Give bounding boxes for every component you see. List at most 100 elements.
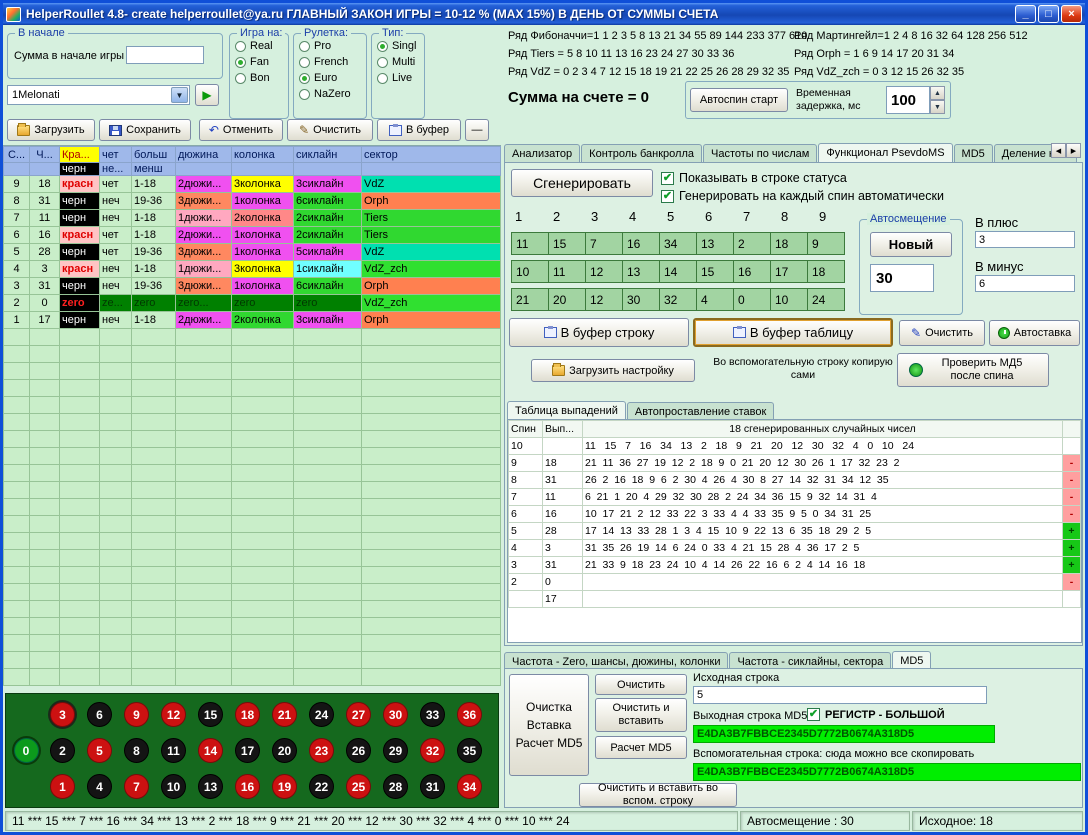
dropdown-icon[interactable]: ▼	[171, 87, 188, 103]
history-row[interactable]	[4, 635, 501, 652]
history-row[interactable]	[4, 397, 501, 414]
board-cell[interactable]: 6	[81, 697, 118, 733]
save-button[interactable]: Сохранить	[99, 119, 191, 141]
load-settings-button[interactable]: Загрузить настройку	[531, 359, 695, 382]
radio-real[interactable]: Real	[235, 40, 283, 52]
board-cell[interactable]: 12	[155, 697, 192, 733]
ms-grid-cell[interactable]: 4	[696, 288, 734, 311]
history-row[interactable]: 918краснчет1-182дюжи...3колонка3сиклайнV…	[4, 176, 501, 193]
history-table-wrap[interactable]: С...Ч...Кра...четбольшдюжинаколонкасикла…	[3, 145, 501, 691]
ms-grid-cell[interactable]: 18	[770, 232, 808, 255]
close-button[interactable]: ×	[1061, 5, 1082, 23]
board-cell[interactable]: 4	[81, 769, 118, 805]
board-cell[interactable]: 10	[155, 769, 192, 805]
history-row[interactable]	[4, 618, 501, 635]
ms-grid-cell[interactable]: 9	[807, 232, 845, 255]
play-button[interactable]: ▶	[195, 84, 219, 106]
board-cell[interactable]: 32	[414, 733, 451, 769]
board-cell[interactable]: 5	[81, 733, 118, 769]
ms-grid-cell[interactable]: 20	[548, 288, 586, 311]
board-cell[interactable]: 31	[414, 769, 451, 805]
checkbox-autogenerate[interactable]: ✔ Генерировать на каждый спин автоматиче…	[661, 189, 944, 203]
board-cell[interactable]: 7	[118, 769, 155, 805]
start-sum-input[interactable]	[126, 46, 204, 64]
board-cell[interactable]: 26	[340, 733, 377, 769]
ms-grid-cell[interactable]: 15	[548, 232, 586, 255]
ms-grid-cell[interactable]: 32	[659, 288, 697, 311]
delay-value[interactable]: 100	[886, 86, 930, 114]
history-row[interactable]	[4, 431, 501, 448]
ms-grid-cell[interactable]: 15	[696, 260, 734, 283]
radio-multi[interactable]: Multi	[377, 56, 419, 68]
main-tab-2[interactable]: Частоты по числам	[703, 144, 817, 162]
history-row[interactable]	[4, 380, 501, 397]
radio-singl[interactable]: Singl	[377, 40, 419, 52]
board-cell[interactable]: 2	[44, 733, 81, 769]
collapse-button[interactable]: —	[465, 119, 489, 141]
history-row[interactable]: 20zeroze...zerozero...zerozeroVdZ_zch	[4, 295, 501, 312]
ms-grid-cell[interactable]: 34	[659, 232, 697, 255]
md5-big-button[interactable]: Очистка Вставка Расчет MD5	[509, 674, 589, 776]
radio-french[interactable]: French	[299, 56, 361, 68]
preset-combo[interactable]: 1Melonati ▼	[7, 85, 190, 105]
board-zero-cell[interactable]: 0	[8, 696, 44, 805]
undo-button[interactable]: ↶ Отменить	[199, 119, 283, 141]
ms-grid-cell[interactable]: 11	[511, 232, 549, 255]
history-row[interactable]	[4, 533, 501, 550]
ms-grid-cell[interactable]: 21	[511, 288, 549, 311]
ms-grid-cell[interactable]: 12	[585, 260, 623, 283]
radio-euro[interactable]: Euro	[299, 72, 361, 84]
md5-clear-paste-aux-button[interactable]: Очистить и вставить во вспом. строку	[579, 783, 737, 807]
minimize-button[interactable]: _	[1015, 5, 1036, 23]
board-cell[interactable]: 16	[229, 769, 266, 805]
fall-row[interactable]: 52817 14 13 33 28 1 3 4 15 10 9 22 13 6 …	[509, 523, 1081, 540]
history-row[interactable]: 711черннеч1-181дюжи...2колонка2сиклайнTi…	[4, 210, 501, 227]
history-row[interactable]	[4, 516, 501, 533]
board-cell[interactable]: 1	[44, 769, 81, 805]
ms-grid-cell[interactable]: 2	[733, 232, 771, 255]
board-cell[interactable]: 24	[303, 697, 340, 733]
board-cell[interactable]: 14	[192, 733, 229, 769]
inner-tab-0[interactable]: Таблица выпадений	[507, 401, 626, 421]
history-row[interactable]: 528чернчет19-363дюжи...1колонка5сиклайнV…	[4, 244, 501, 261]
board-cell[interactable]: 33	[414, 697, 451, 733]
ms-grid-cell[interactable]: 30	[622, 288, 660, 311]
radio-fan[interactable]: Fan	[235, 56, 283, 68]
md5-clear-button[interactable]: Очистить	[595, 674, 687, 695]
copy-buffer-button[interactable]: В буфер	[377, 119, 461, 141]
spin-down-icon[interactable]: ▼	[930, 100, 945, 114]
checkbox-register[interactable]: ✔ РЕГИСТР - БОЛЬШОЙ	[807, 708, 945, 721]
ms-grid-cell[interactable]: 11	[548, 260, 586, 283]
board-cell[interactable]: 28	[377, 769, 414, 805]
fall-row[interactable]: 1011 15 7 16 34 13 2 18 9 21 20 12 30 32…	[509, 438, 1081, 455]
history-row[interactable]: 831черннеч19-363дюжи...1колонка6сиклайнO…	[4, 193, 501, 210]
md5-calc-button[interactable]: Расчет MD5	[595, 736, 687, 759]
board-cell[interactable]: 20	[266, 733, 303, 769]
history-row[interactable]	[4, 652, 501, 669]
board-cell[interactable]: 30	[377, 697, 414, 733]
board-cell[interactable]: 19	[266, 769, 303, 805]
main-tab-0[interactable]: Анализатор	[504, 144, 580, 162]
load-button[interactable]: Загрузить	[7, 119, 95, 141]
history-row[interactable]: С...Ч...Кра...четбольшдюжинаколонкасикла…	[4, 147, 501, 163]
history-row[interactable]	[4, 567, 501, 584]
fall-row[interactable]: 33121 33 9 18 23 24 10 4 14 26 22 16 6 2…	[509, 557, 1081, 574]
fall-row[interactable]: 20-	[509, 574, 1081, 591]
history-row[interactable]: 117черннеч1-182дюжи...2колонка3сиклайнOr…	[4, 312, 501, 329]
ms-grid-cell[interactable]: 17	[770, 260, 808, 283]
board-cell[interactable]: 15	[192, 697, 229, 733]
history-row[interactable]: 43красннеч1-181дюжи...3колонка1сиклайнVd…	[4, 261, 501, 278]
clear-button[interactable]: ✎ Очистить	[287, 119, 373, 141]
md5-clear-paste-button[interactable]: Очистить и вставить	[595, 698, 687, 732]
board-cell[interactable]: 29	[377, 733, 414, 769]
minus-input[interactable]	[975, 275, 1075, 292]
maximize-button[interactable]: □	[1038, 5, 1059, 23]
ms-grid-cell[interactable]: 13	[622, 260, 660, 283]
history-row[interactable]	[4, 346, 501, 363]
history-row[interactable]	[4, 601, 501, 618]
board-cell[interactable]: 23	[303, 733, 340, 769]
main-tab-1[interactable]: Контроль банкролла	[581, 144, 702, 162]
history-row[interactable]	[4, 448, 501, 465]
new-offset-button[interactable]: Новый	[870, 232, 952, 257]
main-tab-4[interactable]: MD5	[954, 144, 993, 162]
